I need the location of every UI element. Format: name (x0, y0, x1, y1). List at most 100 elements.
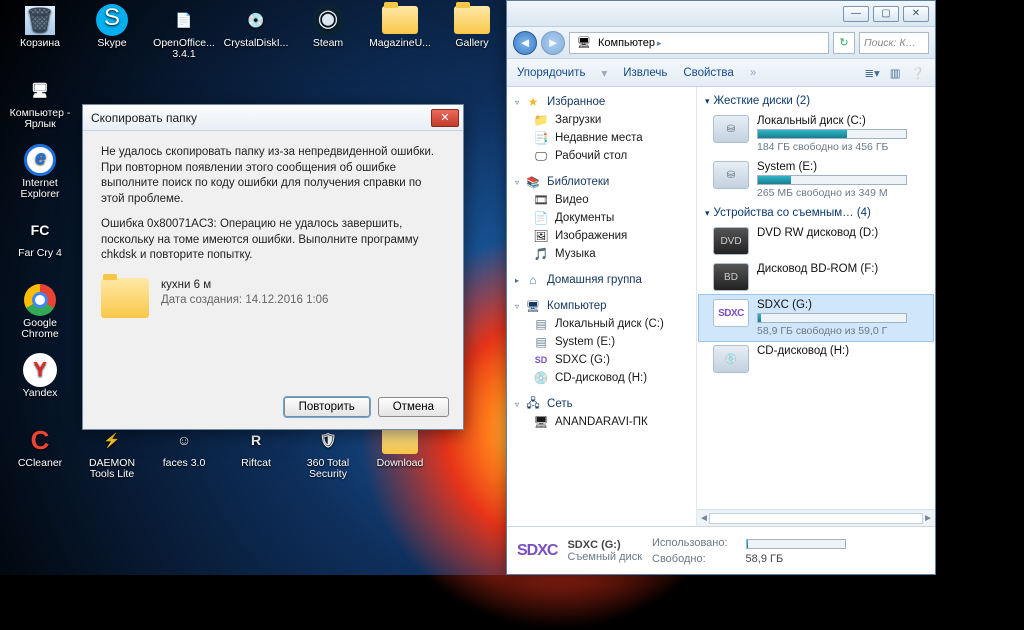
nav-forward-button[interactable]: ► (541, 31, 565, 55)
desktop-icon-label: OpenOffice... 3.4.1 (149, 38, 219, 60)
minimize-button[interactable]: — (843, 6, 869, 22)
nav-drive-e[interactable]: System (E:) (511, 333, 692, 351)
breadcrumb-computer[interactable]: Компьютер (598, 37, 661, 49)
desktop-icon[interactable]: ☺faces 3.0 (148, 422, 220, 490)
toolbar-properties[interactable]: Свойства (683, 67, 734, 79)
nav-drive-h[interactable]: 💿CD-дисковод (H:) (511, 369, 692, 387)
dialog-body: Не удалось скопировать папку из-за непре… (83, 131, 463, 328)
nav-recent[interactable]: 📑Недавние места (511, 129, 692, 147)
refresh-button[interactable]: ↻ (833, 32, 855, 54)
close-button[interactable]: ✕ (903, 6, 929, 22)
desktop-icon[interactable]: 📄OpenOffice... 3.4.1 (148, 2, 220, 70)
drive-e[interactable]: ⛁ System (E:) 265 МБ свободно из 349 М (699, 157, 933, 203)
desktop-icon[interactable]: 🛡360 Total Security (292, 422, 364, 490)
address-bar[interactable]: Компьютер (569, 32, 829, 54)
dialog-folder-name: кухни 6 м (161, 278, 328, 294)
nav-libraries-header[interactable]: ▿Библиотеки (511, 173, 692, 191)
desktop-icon[interactable]: Internet Explorer (4, 142, 76, 210)
explorer-status-bar: SDXC SDXC (G:) Съемный диск Использовано… (507, 526, 935, 574)
toolbar-organize[interactable]: Упорядочить (517, 67, 585, 79)
nav-homegroup-header[interactable]: ▸Домашняя группа (511, 271, 692, 289)
nav-video[interactable]: 🎞Видео (511, 191, 692, 209)
nav-drive-c[interactable]: Локальный диск (C:) (511, 315, 692, 333)
explorer-toolbar: Упорядочить▾ Извлечь Свойства » ≣▾ ▥ ❔ (507, 59, 935, 87)
drive-d[interactable]: DVD DVD RW дисковод (D:) (699, 223, 933, 259)
dialog-folder-date: Дата создания: 14.12.2016 1:06 (161, 293, 328, 309)
dvd-icon: DVD (713, 227, 749, 255)
desktop-icon[interactable]: Google Chrome (4, 282, 76, 350)
desktop-icon[interactable]: 💿CrystalDiskI... (220, 2, 292, 70)
desktop-icon[interactable]: 🖥Компьютер - Ярлык (4, 72, 76, 140)
desktop-icon-label: Компьютер - Ярлык (5, 108, 75, 130)
help-icon[interactable]: ❔ (911, 66, 925, 80)
nav-drive-g[interactable]: SDSDXC (G:) (511, 351, 692, 369)
sdxc-icon: SDXC (713, 299, 749, 327)
folder-icon (101, 278, 149, 318)
desktop-icon[interactable]: ◉Steam (292, 2, 364, 70)
desktop[interactable]: 🗑КорзинаSSkype📄OpenOffice... 3.4.1💿Cryst… (0, 0, 1024, 575)
desktop-icon-label: 360 Total Security (293, 458, 363, 480)
nav-back-button[interactable]: ◄ (513, 31, 537, 55)
dialog-close-button[interactable]: ✕ (431, 109, 459, 127)
nav-pics[interactable]: 🖼Изображения (511, 227, 692, 245)
status-sdxc-icon: SDXC (517, 542, 557, 560)
desktop-icon-label: DAEMON Tools Lite (77, 458, 147, 480)
drive-g[interactable]: SDXC SDXC (G:) 58,9 ГБ свободно из 59,0 … (699, 295, 933, 341)
category-removable[interactable]: ▾Устройства со съемным… (4) (699, 203, 933, 223)
nav-computer-header[interactable]: ▿Компьютер (511, 297, 692, 315)
desktop-icon-label: Skype (97, 38, 126, 49)
dialog-message-1: Не удалось скопировать папку из-за непре… (101, 145, 445, 207)
capacity-bar (757, 175, 907, 185)
nav-favorites-header[interactable]: ▿Избранное (511, 93, 692, 111)
desktop-icon[interactable]: 🗑Корзина (4, 2, 76, 70)
dialog-title: Скопировать папку (91, 111, 197, 125)
copy-folder-dialog: Скопировать папку ✕ Не удалось скопирова… (82, 104, 464, 430)
capacity-bar (757, 129, 907, 139)
right-black-margin (936, 0, 1024, 575)
status-free-value: 58,9 ГБ (746, 553, 866, 565)
desktop-icon[interactable]: Download (364, 422, 436, 490)
view-options-icon[interactable]: ≣▾ (864, 66, 879, 80)
nav-downloads[interactable]: Загрузки (511, 111, 692, 129)
desktop-icon[interactable]: Gallery (436, 2, 508, 70)
drive-h[interactable]: 💿 CD-дисковод (H:) (699, 341, 933, 377)
desktop-icon[interactable]: YYandex (4, 352, 76, 420)
maximize-button[interactable]: ▢ (873, 6, 899, 22)
status-drive-name: SDXC (G:) (567, 539, 642, 551)
search-input[interactable]: Поиск: К… (859, 32, 929, 54)
hdd-icon: ⛁ (713, 161, 749, 189)
desktop-icon[interactable]: CCCleaner (4, 422, 76, 490)
explorer-content: ▾Жесткие диски (2) ⛁ Локальный диск (C:)… (697, 87, 935, 526)
desktop-icon[interactable]: RRiftcat (220, 422, 292, 490)
horizontal-scrollbar[interactable]: ◄► (697, 509, 935, 526)
toolbar-extract[interactable]: Извлечь (623, 67, 667, 79)
category-hdd[interactable]: ▾Жесткие диски (2) (699, 91, 933, 111)
status-drive-type: Съемный диск (567, 551, 642, 563)
desktop-icon[interactable]: FCFar Cry 4 (4, 212, 76, 280)
drive-f[interactable]: BD Дисковод BD-ROM (F:) (699, 259, 933, 295)
cancel-button[interactable]: Отмена (378, 397, 449, 417)
hdd-icon: ⛁ (713, 115, 749, 143)
desktop-icon-label: Riftcat (241, 458, 271, 469)
desktop-icon[interactable]: ⚡DAEMON Tools Lite (76, 422, 148, 490)
desktop-icon-label: Yandex (23, 388, 58, 399)
nav-docs[interactable]: 📄Документы (511, 209, 692, 227)
nav-music[interactable]: 🎵Музыка (511, 245, 692, 263)
dialog-titlebar[interactable]: Скопировать папку ✕ (83, 105, 463, 131)
retry-button[interactable]: Повторить (284, 397, 370, 417)
desktop-icon-label: faces 3.0 (163, 458, 206, 469)
capacity-bar (757, 313, 907, 323)
nav-network-pc[interactable]: 🖥ANANDARAVI-ПК (511, 413, 692, 431)
drive-c[interactable]: ⛁ Локальный диск (C:) 184 ГБ свободно из… (699, 111, 933, 157)
desktop-icon-label: Steam (313, 38, 343, 49)
bd-icon: BD (713, 263, 749, 291)
nav-network-header[interactable]: ▿Сеть (511, 395, 692, 413)
nav-desktop[interactable]: 🖵Рабочий стол (511, 147, 692, 165)
dialog-buttons: Повторить Отмена (284, 397, 449, 417)
preview-pane-icon[interactable]: ▥ (890, 66, 901, 80)
desktop-icon[interactable]: MagazineU... (364, 2, 436, 70)
dialog-file-block: кухни 6 м Дата создания: 14.12.2016 1:06 (101, 278, 445, 318)
desktop-icon[interactable]: SSkype (76, 2, 148, 70)
explorer-titlebar[interactable]: — ▢ ✕ (507, 1, 935, 27)
desktop-icon-label: Download (377, 458, 424, 469)
